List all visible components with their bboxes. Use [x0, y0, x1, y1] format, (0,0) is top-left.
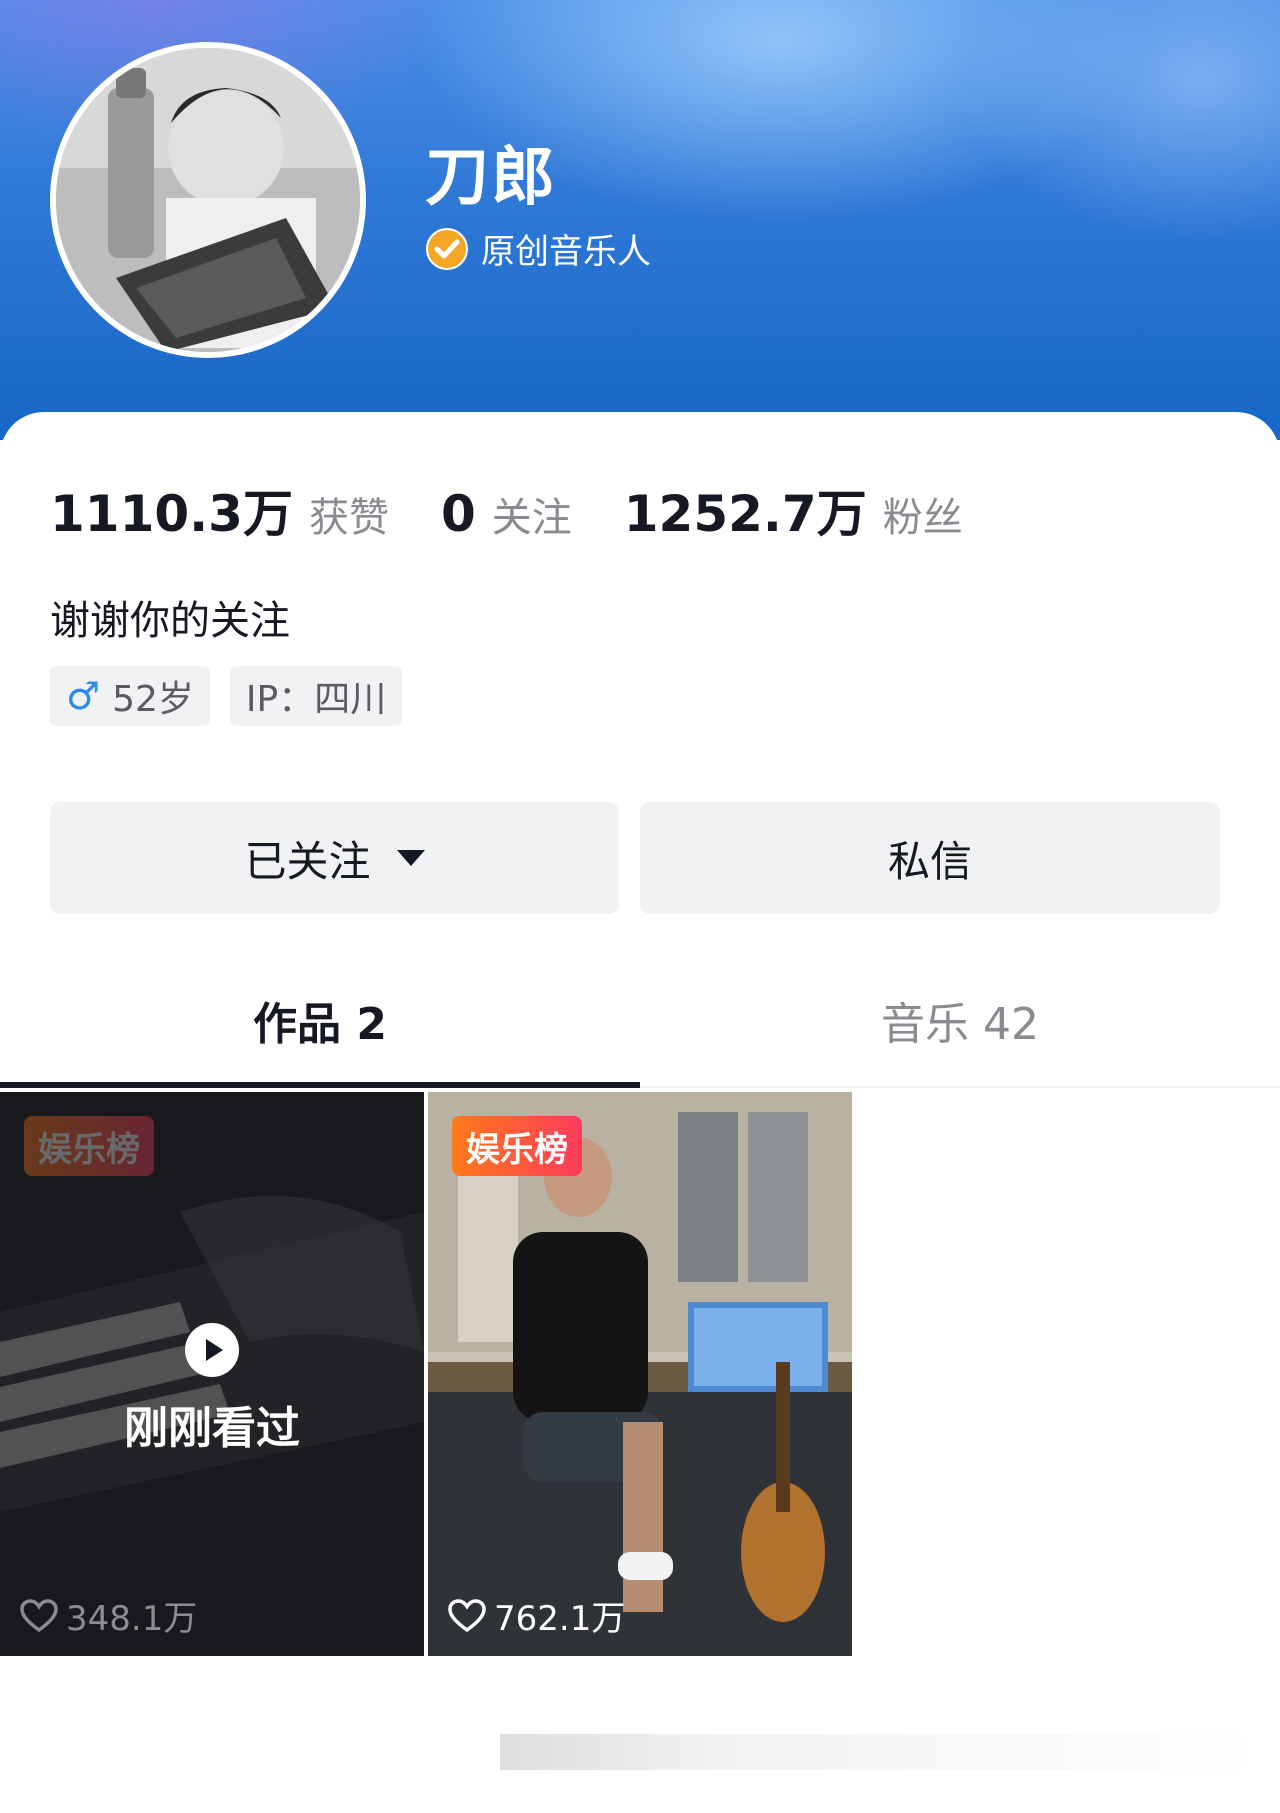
profile-card: 1110.3万 获赞 0 关注 1252.7万 粉丝 谢谢你的关注 ♂ 52岁 … [0, 412, 1280, 1813]
video-likes-count: 348.1万 [66, 1599, 198, 1639]
stat-followers-value: 1252.7万 [623, 485, 867, 543]
tab-works[interactable]: 作品 2 [0, 960, 640, 1080]
stat-following-value: 0 [440, 485, 476, 543]
active-tab-indicator [0, 1082, 640, 1088]
message-button[interactable]: 私信 [640, 802, 1220, 914]
stat-following-label: 关注 [491, 495, 572, 541]
age-label: 52岁 [112, 679, 194, 720]
tab-music[interactable]: 音乐 42 [640, 960, 1280, 1080]
age-tag: ♂ 52岁 [50, 666, 210, 726]
video-thumbnail[interactable]: 娱乐榜 762.1万 [428, 1092, 852, 1656]
heart-icon [448, 1598, 486, 1632]
stat-following[interactable]: 0 关注 [441, 485, 572, 543]
entertainment-chart-badge: 娱乐榜 [452, 1116, 582, 1176]
content-tabs: 作品 2 音乐 42 [0, 960, 1280, 1088]
profile-bio: 谢谢你的关注 [50, 598, 290, 644]
stat-likes[interactable]: 1110.3万 获赞 [50, 474, 389, 546]
caret-down-icon [396, 850, 425, 866]
male-icon: ♂ [66, 674, 101, 718]
video-likes: 348.1万 [20, 1591, 197, 1640]
avatar-photo [56, 48, 360, 352]
tab-divider [640, 1086, 1280, 1088]
verified-check-icon [426, 227, 468, 270]
message-button-label: 私信 [887, 836, 972, 886]
ip-label: IP：四川 [245, 679, 387, 720]
heart-icon [20, 1598, 58, 1632]
stat-likes-label: 获赞 [308, 495, 389, 541]
profile-stats: 1110.3万 获赞 0 关注 1252.7万 粉丝 [50, 474, 1015, 546]
studio-scene-image [428, 1092, 852, 1656]
stat-likes-value: 1110.3万 [50, 485, 293, 543]
followed-button-label: 已关注 [244, 836, 371, 886]
stat-followers-label: 粉丝 [882, 495, 963, 541]
play-icon [185, 1323, 239, 1377]
recently-watched-label: 刚刚看过 [124, 1403, 300, 1454]
video-likes-count: 762.1万 [494, 1599, 626, 1639]
video-likes: 762.1万 [448, 1591, 625, 1640]
profile-tags: ♂ 52岁 IP：四川 [50, 666, 403, 726]
loading-placeholder [500, 1734, 1260, 1770]
video-thumbnail[interactable]: 娱乐榜 刚刚看过 348.1万 [0, 1092, 424, 1656]
verified-label: 原创音乐人 [481, 232, 651, 272]
verified-badge: 原创音乐人 [425, 224, 651, 273]
profile-nickname: 刀郎 [425, 141, 557, 215]
avatar[interactable] [50, 42, 366, 358]
ip-tag: IP：四川 [229, 666, 403, 726]
followed-button[interactable]: 已关注 [50, 802, 619, 914]
stat-followers[interactable]: 1252.7万 粉丝 [624, 474, 963, 546]
entertainment-chart-badge: 娱乐榜 [24, 1116, 154, 1176]
